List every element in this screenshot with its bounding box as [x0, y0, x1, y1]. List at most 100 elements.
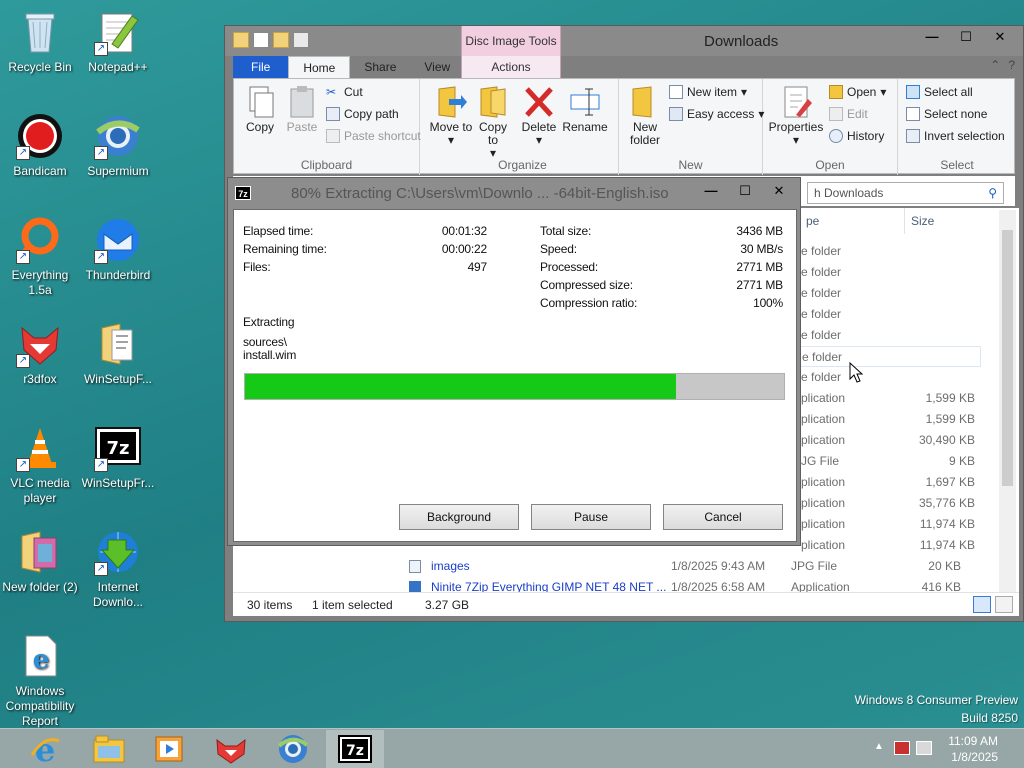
minimize-button[interactable]: —	[915, 26, 949, 48]
show-hidden-icons-icon[interactable]: ▲	[874, 741, 884, 752]
easy-access-button[interactable]: Easy access ▾	[669, 107, 764, 121]
table-row[interactable]: e folder	[801, 325, 981, 346]
row-type: plication	[801, 433, 846, 447]
copy-path-button[interactable]: Copy path	[326, 107, 399, 121]
properties-icon[interactable]	[253, 32, 269, 48]
pause-button[interactable]: Pause	[531, 504, 651, 530]
table-row[interactable]: plication 30,490 KB	[801, 430, 981, 451]
column-header-type[interactable]: pe	[800, 208, 905, 234]
desktop-icon-r3dfox[interactable]: ↗ r3dfox	[0, 320, 80, 387]
image-file-icon	[409, 560, 421, 573]
extraction-progress-dialog[interactable]: 7z 80% Extracting C:\Users\vm\Downlo ...…	[227, 177, 801, 546]
paste-button[interactable]: Paste	[282, 85, 322, 134]
table-row[interactable]: plication 1,697 KB	[801, 472, 981, 493]
new-folder-icon[interactable]	[273, 32, 289, 48]
remaining-time-value: 00:00:22	[441, 242, 487, 256]
desktop-icon-winsetupfr[interactable]: 7z ↗ WinSetupFr...	[78, 424, 158, 491]
table-row[interactable]: JG File 9 KB	[801, 451, 981, 472]
table-row[interactable]: e folder	[801, 367, 981, 388]
explorer-title-bar[interactable]: Downloads — ☐ ✕	[225, 26, 1023, 56]
maximize-button[interactable]: ☐	[949, 26, 983, 48]
open-button[interactable]: Open ▾	[829, 85, 886, 99]
copy-button[interactable]: Copy	[240, 85, 280, 134]
cut-button[interactable]: ✂ Cut	[326, 85, 363, 99]
search-input[interactable]: h Downloads ⚲	[807, 182, 1004, 204]
table-row[interactable]: plication 11,974 KB	[801, 535, 981, 556]
desktop-icon-bandicam[interactable]: ↗ Bandicam	[0, 112, 80, 179]
delete-button[interactable]: Delete ▾	[519, 85, 559, 147]
desktop-icon-everything[interactable]: ↗ Everything 1.5a	[0, 216, 80, 298]
desktop-icon-recycle-bin[interactable]: Recycle Bin	[0, 8, 80, 75]
minimize-ribbon-icon[interactable]: ⌃	[990, 58, 1000, 72]
new-item-button[interactable]: New item ▾	[669, 85, 747, 99]
select-all-button[interactable]: Select all	[906, 85, 973, 99]
desktop-icon-thunderbird[interactable]: ↗ Thunderbird	[78, 216, 158, 283]
maximize-button[interactable]: ☐	[728, 180, 762, 202]
table-row[interactable]: plication 11,974 KB	[801, 514, 981, 535]
volume-muted-icon[interactable]	[916, 741, 932, 755]
taskbar-internet-explorer[interactable]: e	[16, 730, 74, 768]
table-row[interactable]: e folder	[801, 283, 981, 304]
help-icon[interactable]: ?	[1008, 58, 1015, 72]
table-row[interactable]: e folder	[801, 304, 981, 325]
mouse-cursor-icon	[849, 361, 864, 387]
invert-selection-button[interactable]: Invert selection	[906, 129, 1005, 143]
table-row[interactable]: plication 1,599 KB	[801, 409, 981, 430]
select-none-button[interactable]: Select none	[906, 107, 987, 121]
status-selected: 1 item selected	[312, 598, 393, 612]
table-row[interactable]: plication 1,599 KB	[801, 388, 981, 409]
tab-actions[interactable]: Actions	[462, 56, 560, 78]
rename-icon	[569, 85, 601, 119]
qat-dropdown-icon[interactable]	[293, 32, 309, 48]
history-button[interactable]: History	[829, 129, 884, 143]
svg-text:7z: 7z	[346, 743, 364, 759]
desktop-icon-winsetupf[interactable]: WinSetupF...	[78, 320, 158, 387]
tab-share[interactable]: Share	[350, 56, 410, 78]
taskbar-r3dfox[interactable]	[202, 730, 260, 768]
taskbar-7zip[interactable]: 7z	[326, 730, 384, 768]
dialog-title-bar[interactable]: 7z 80% Extracting C:\Users\vm\Downlo ...…	[228, 178, 800, 208]
desktop-icon-new-folder-2[interactable]: New folder (2)	[0, 528, 80, 595]
desktop-icon-internet-download-manager[interactable]: ↗ Internet Downlo...	[78, 528, 158, 610]
large-icons-view-icon[interactable]	[995, 596, 1013, 613]
tab-file[interactable]: File	[233, 56, 289, 78]
rename-button[interactable]: Rename	[561, 85, 609, 134]
system-clock[interactable]: 11:09 AM 1/8/2025	[948, 733, 998, 765]
table-row[interactable]: images 1/8/2025 9:43 AM JPG File 20 KB	[409, 556, 969, 577]
desktop-icon-supermium[interactable]: ↗ Supermium	[78, 112, 158, 179]
table-row[interactable]: e folder	[794, 346, 981, 367]
details-view-icon[interactable]	[973, 596, 991, 613]
context-group-label: Disc Image Tools	[465, 34, 557, 48]
copy-to-folder-icon	[477, 85, 509, 119]
scrollbar-thumb[interactable]	[1002, 230, 1013, 486]
tab-home[interactable]: Home	[288, 56, 351, 78]
close-button[interactable]: ✕	[983, 26, 1017, 48]
column-header-size[interactable]: Size	[907, 208, 987, 234]
table-row[interactable]: e folder	[801, 241, 981, 262]
move-to-button[interactable]: Move to ▾	[429, 85, 473, 147]
desktop-icon-vlc[interactable]: ↗ VLC media player	[0, 424, 80, 506]
folder-icon[interactable]	[233, 32, 249, 48]
taskbar-media-player[interactable]	[140, 730, 198, 768]
taskbar-supermium[interactable]	[264, 730, 322, 768]
background-button[interactable]: Background	[399, 504, 519, 530]
copy-to-button[interactable]: Copy to ▾	[473, 85, 513, 160]
vertical-scrollbar[interactable]	[999, 210, 1016, 592]
minimize-button[interactable]: —	[694, 180, 728, 202]
table-row[interactable]: e folder	[801, 262, 981, 283]
tab-view[interactable]: View	[410, 56, 464, 78]
cancel-button[interactable]: Cancel	[663, 504, 783, 530]
close-button[interactable]: ✕	[762, 180, 796, 202]
edit-button[interactable]: Edit	[829, 107, 868, 121]
shortcut-arrow-icon: ↗	[16, 250, 30, 264]
group-organize: Move to ▾ Copy to ▾ Delete ▾ Rename Organiz…	[427, 79, 619, 175]
paste-shortcut-button[interactable]: Paste shortcut	[326, 129, 421, 143]
new-folder-button[interactable]: New folder	[623, 85, 667, 147]
properties-button[interactable]: Properties ▾	[765, 85, 827, 147]
table-row[interactable]: plication 35,776 KB	[801, 493, 981, 514]
desktop-icon-windows-compatibility-report[interactable]: e Windows Compatibility Report	[0, 632, 80, 729]
shortcut-arrow-icon: ↗	[16, 354, 30, 368]
action-center-flag-icon[interactable]	[894, 741, 910, 755]
taskbar-file-explorer[interactable]	[80, 730, 138, 768]
desktop-icon-notepad-plus-plus[interactable]: ↗ Notepad++	[78, 8, 158, 75]
